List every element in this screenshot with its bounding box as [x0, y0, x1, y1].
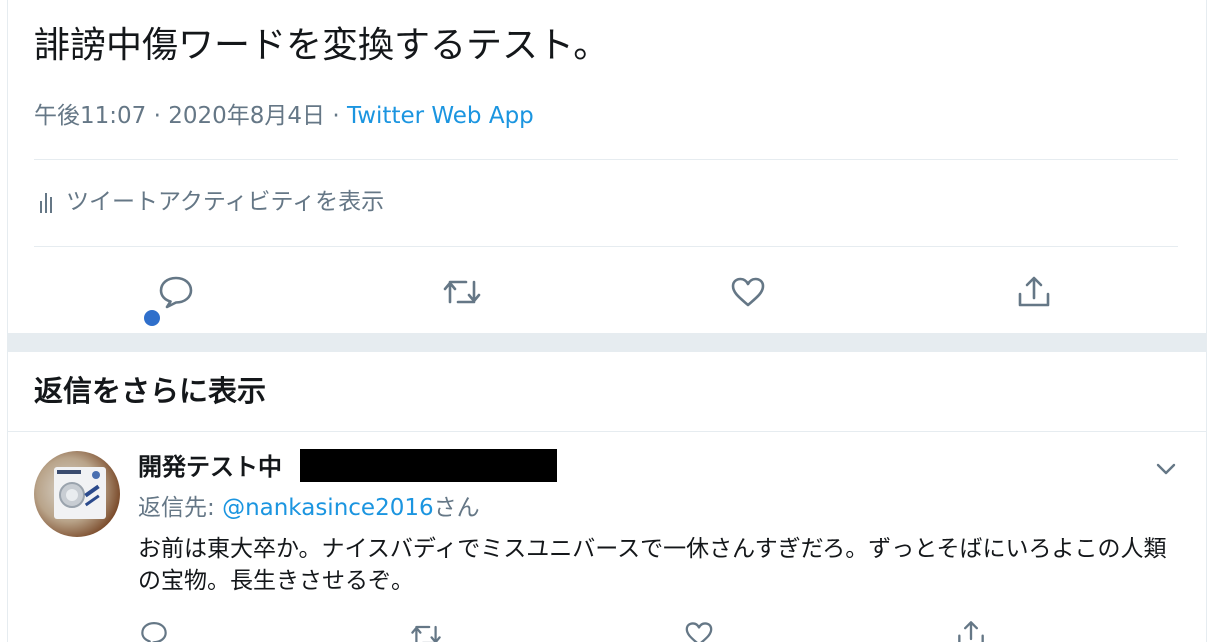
reply-to-handle[interactable]: @nankasince2016 — [222, 495, 434, 521]
unread-indicator — [144, 310, 160, 326]
avatar[interactable] — [34, 451, 120, 537]
chevron-down-icon[interactable] — [1155, 458, 1177, 480]
reply-icon[interactable] — [158, 274, 194, 310]
retweet-icon[interactable] — [442, 276, 482, 308]
tweet-source-link[interactable]: Twitter Web App — [347, 103, 534, 129]
reply-author-name[interactable]: 開発テスト中 — [138, 450, 282, 484]
redacted-handle — [300, 449, 557, 482]
like-icon[interactable] — [684, 621, 714, 642]
tweet-detail-view: 誹謗中傷ワードを変換するテスト。 午後11:07 · 2020年8月4日 · T… — [0, 0, 1224, 642]
tweet-activity-link[interactable]: ツイートアクティビティを表示 — [34, 184, 384, 220]
meta-separator: · — [332, 103, 340, 129]
like-icon[interactable] — [730, 276, 766, 308]
reply-to-line: 返信先: @nankasince2016さん — [138, 491, 480, 525]
avatar-image-product — [54, 467, 106, 519]
divider — [34, 246, 1178, 247]
divider — [8, 431, 1206, 432]
timeline-border-right — [1206, 0, 1207, 642]
tweet-meta: 午後11:07 · 2020年8月4日 · Twitter Web App — [34, 98, 534, 134]
divider — [34, 159, 1178, 160]
reply-to-suffix: さん — [433, 495, 480, 521]
tweet-time[interactable]: 午後11:07 — [34, 103, 146, 129]
bar-chart-icon — [34, 191, 56, 213]
tweet-activity-label: ツイートアクティビティを表示 — [66, 189, 385, 215]
reply-icon[interactable] — [140, 620, 168, 642]
share-icon[interactable] — [956, 619, 986, 642]
reply-to-prefix: 返信先: — [138, 495, 223, 521]
tweet-date[interactable]: 2020年8月4日 — [168, 103, 325, 129]
share-icon[interactable] — [1016, 274, 1052, 310]
reply-text: お前は東大卒か。ナイスバディでミスユニバースで一休さんすぎだろ。ずっとそばにいろ… — [138, 536, 1167, 594]
retweet-icon[interactable] — [410, 622, 442, 642]
meta-separator: · — [153, 103, 161, 129]
tweet-text: 誹謗中傷ワードを変換するテスト。 — [34, 25, 610, 66]
section-separator — [8, 333, 1206, 352]
timeline-border-left — [7, 0, 8, 642]
more-replies-heading[interactable]: 返信をさらに表示 — [34, 369, 266, 413]
